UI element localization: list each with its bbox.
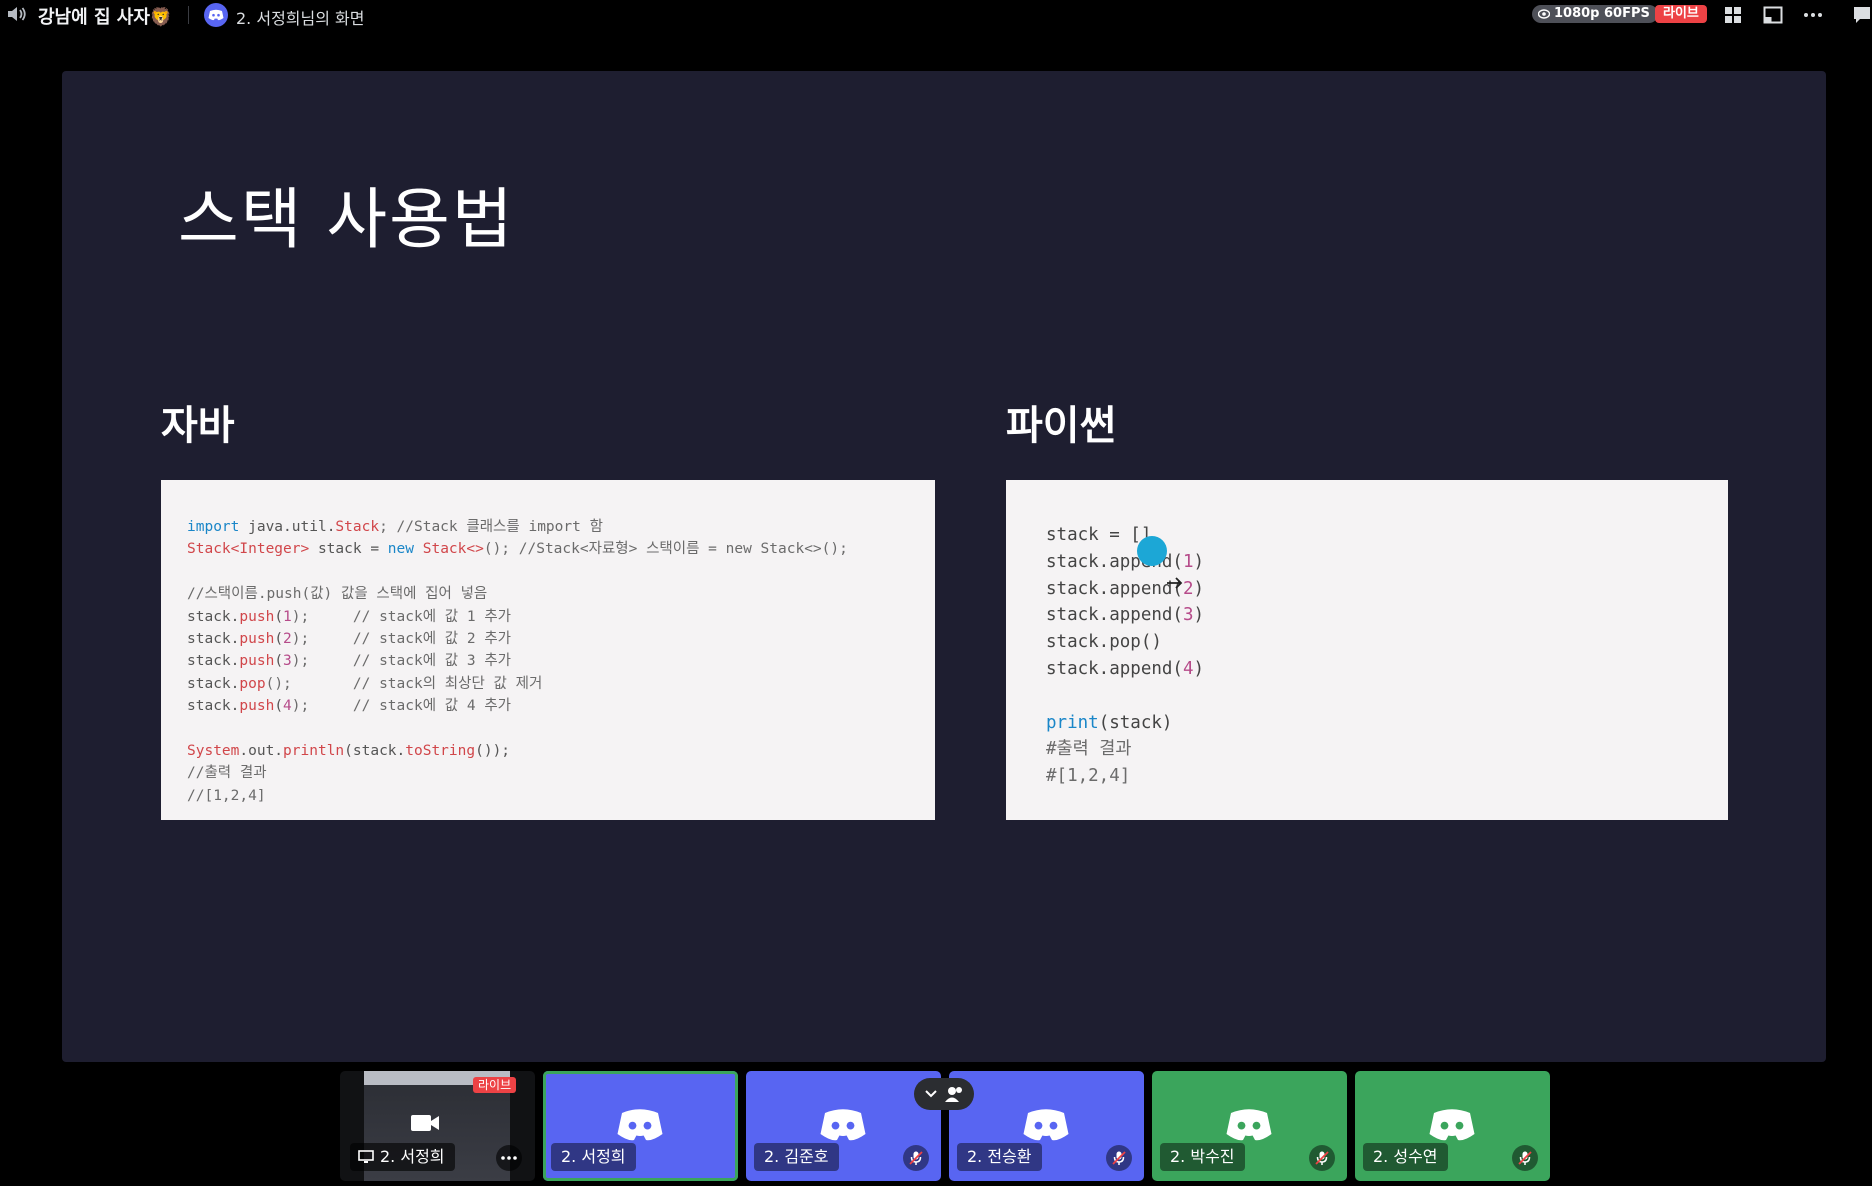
code-line: stack.push(4); // stack에 값 4 추가 [187,698,512,715]
stream-title: 2. 서정희님의 화면 [236,9,365,28]
screen-share-tile[interactable]: 라이브 2. 서정희 [340,1071,535,1181]
discord-logo-icon [204,3,228,27]
participant-name: 2. 김준호 [754,1143,839,1171]
live-badge: 라이브 [473,1077,517,1093]
screen-share-name-tag: 2. 서정희 [350,1143,455,1171]
popout-window-icon[interactable] [1762,4,1784,26]
code-line: print(stack) [1046,712,1173,733]
code-line: stack.append(1) [1046,551,1205,572]
code-line: stack.pop(); // stack의 최상단 값 제거 [187,675,543,692]
code-line: stack.append(3) [1046,605,1205,626]
divider [188,6,189,24]
screen-share-name: 2. 서정희 [380,1147,445,1166]
java-code-lines: import java.util.Stack; //Stack 클래스를 imp… [187,516,848,807]
java-heading: 자바 [161,403,235,449]
participant-tile[interactable]: 2. 성수연 [1355,1071,1550,1181]
live-badge: 라이브 [1655,5,1707,23]
code-line: stack.push(1); // stack에 값 1 추가 [187,608,512,625]
discord-avatar-icon [818,1107,868,1147]
more-options-button[interactable] [496,1145,522,1171]
participant-tile[interactable]: 2. 전승환 [949,1071,1144,1181]
shared-screen[interactable]: 스택 사용법 자바 파이썬 import java.util.Stack; //… [62,71,1826,1062]
discord-avatar-icon [615,1107,665,1147]
participant-tile[interactable]: 2. 서정희 [543,1071,738,1181]
code-line: stack.push(2); // stack에 값 2 추가 [187,631,512,648]
slide-title: 스택 사용법 [178,181,515,258]
camera-icon [411,1115,439,1131]
muted-mic-icon [903,1145,929,1171]
code-line: #출력 결과 [1046,739,1132,760]
participant-tile[interactable]: 2. 박수진 [1152,1071,1347,1181]
code-line: System.out.println(stack.toString()); [187,743,511,760]
more-options-icon [501,1156,517,1160]
code-line: //[1,2,4] [187,787,266,804]
speaker-icon[interactable] [6,4,28,24]
more-options-icon[interactable] [1802,4,1824,26]
python-code-lines: stack = [] stack.append(1) stack.append(2)… [1046,522,1204,790]
grid-layout-icon[interactable] [1722,4,1744,26]
code-line: //스택이름.push(값) 값을 스택에 집어 넣음 [187,586,488,603]
participant-name: 2. 서정희 [551,1143,636,1171]
collapse-participants-button[interactable] [914,1078,974,1110]
python-code-block: stack = [] stack.append(1) stack.append(2)… [1006,480,1728,820]
people-icon [945,1087,962,1102]
stream-quality-badge: 1080p 60FPS [1532,5,1658,23]
code-line: //출력 결과 [187,765,267,782]
code-line: #[1,2,4] [1046,766,1131,787]
code-line: stack.append(4) [1046,658,1205,679]
java-code-block: import java.util.Stack; //Stack 클래스를 imp… [161,480,935,820]
chevron-down-icon [925,1090,937,1098]
participant-name: 2. 성수연 [1363,1143,1448,1171]
code-line: stack.pop() [1046,632,1162,653]
cursor-arrow-icon [1167,577,1183,589]
discord-avatar-icon [1021,1107,1071,1147]
python-heading: 파이썬 [1006,403,1117,449]
discord-avatar-icon [1224,1107,1274,1147]
quality-label: 1080p 60FPS [1554,6,1650,21]
code-line: Stack<Integer> stack = new Stack<>(); //… [187,541,848,558]
code-line: stack = [] [1046,525,1152,545]
muted-mic-icon [1512,1145,1538,1171]
participant-name: 2. 전승환 [957,1143,1042,1171]
discord-avatar-icon [1427,1107,1477,1147]
participant-tile[interactable]: 2. 김준호 [746,1071,941,1181]
chat-icon[interactable] [1852,4,1872,26]
participant-name: 2. 박수진 [1160,1143,1245,1171]
muted-mic-icon [1106,1145,1132,1171]
muted-mic-icon [1309,1145,1335,1171]
code-line: import java.util.Stack; //Stack 클래스를 imp… [187,519,603,535]
eye-icon [1538,9,1550,19]
code-line: stack.push(3); // stack에 값 3 추가 [187,653,512,670]
voice-channel-name: 강남에 집 사자🦁 [38,7,173,28]
top-bar: 강남에 집 사자🦁 2. 서정희님의 화면 1080p 60FPS 라이브 [0,0,1872,30]
monitor-icon [358,1150,374,1163]
presenter-pointer [1137,536,1167,566]
